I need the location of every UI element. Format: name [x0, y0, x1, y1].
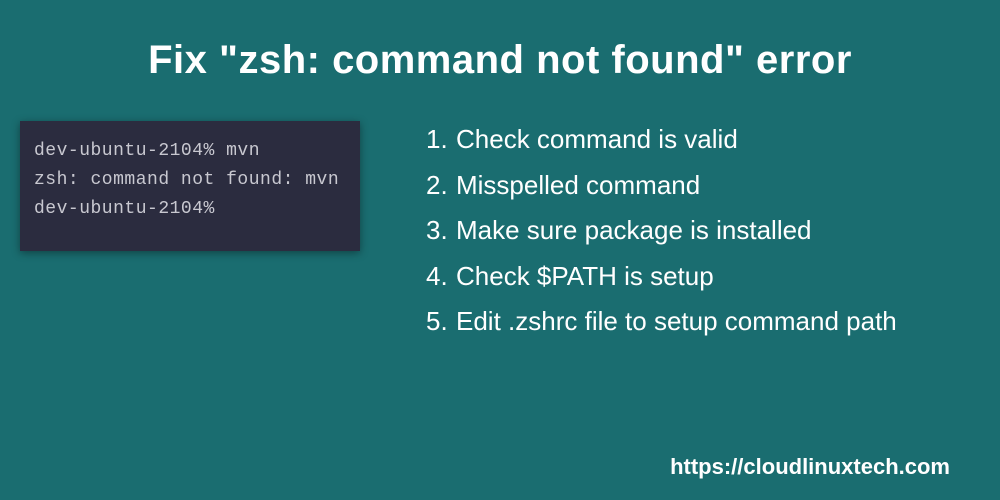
terminal-box: dev-ubuntu-2104% mvn zsh: command not fo… [20, 121, 360, 251]
list-text: Make sure package is installed [456, 208, 812, 254]
list-text: Edit .zshrc file to setup command path [456, 299, 897, 345]
terminal-line-1: dev-ubuntu-2104% mvn [34, 137, 346, 166]
list-item: 3. Make sure package is installed [426, 208, 960, 254]
list-item: 4. Check $PATH is setup [426, 254, 960, 300]
list-num: 5. [426, 299, 456, 345]
list-item: 1. Check command is valid [426, 117, 960, 163]
terminal-line-3: dev-ubuntu-2104% [34, 195, 346, 224]
list-num: 2. [426, 163, 456, 209]
list-item: 2. Misspelled command [426, 163, 960, 209]
content-row: dev-ubuntu-2104% mvn zsh: command not fo… [0, 83, 1000, 345]
page-title: Fix "zsh: command not found" error [0, 0, 1000, 83]
list-text: Misspelled command [456, 163, 700, 209]
list-text: Check command is valid [456, 117, 738, 163]
list-num: 1. [426, 117, 456, 163]
steps-list: 1. Check command is valid 2. Misspelled … [390, 113, 960, 345]
list-text: Check $PATH is setup [456, 254, 714, 300]
list-num: 3. [426, 208, 456, 254]
terminal-line-2: zsh: command not found: mvn [34, 166, 346, 195]
footer-url: https://cloudlinuxtech.com [670, 454, 950, 480]
list-item: 5. Edit .zshrc file to setup command pat… [426, 299, 960, 345]
list-num: 4. [426, 254, 456, 300]
